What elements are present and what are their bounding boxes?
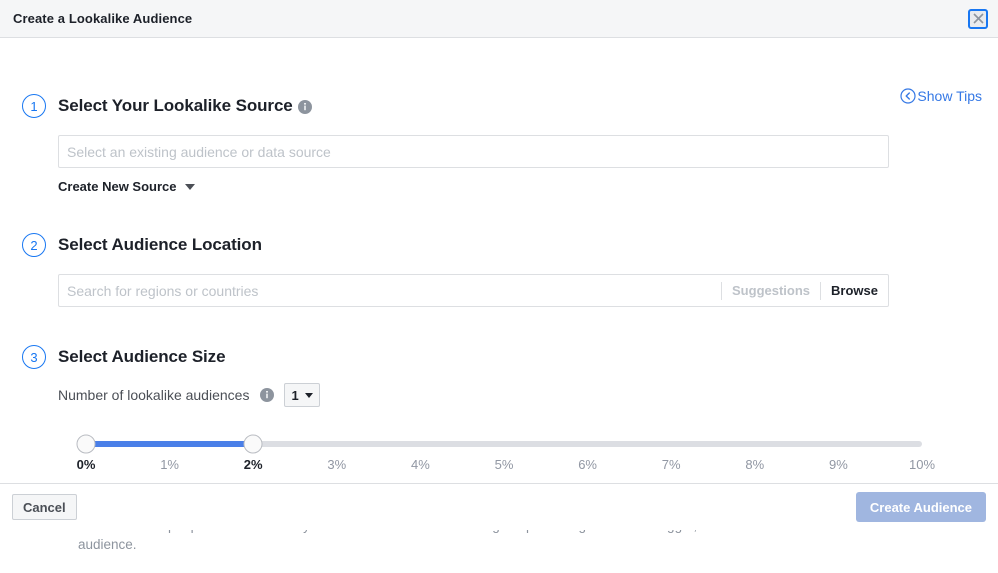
audience-size-slider[interactable]: 0% 1% 2% 3% 4% 5% 6% 7% 8% 9% 10% [22,434,998,475]
slider-track[interactable] [76,434,922,454]
section-2-title: Select Audience Location [58,235,262,254]
lookalike-count-label: Number of lookalike audiences [58,387,250,403]
slider-tick-9: 9% [828,457,848,472]
lookalike-count-value: 1 [291,387,299,403]
slider-fill [86,441,254,447]
caret-down-icon [304,392,313,398]
info-icon[interactable] [260,388,275,402]
slider-handle-start[interactable] [76,434,96,454]
lookalike-count-select[interactable]: 1 [284,383,321,407]
chevron-left-circle-icon [900,88,917,104]
location-search-row: Search for regions or countries Suggesti… [58,274,889,307]
dialog-body: Show Tips 1 Select Your Lookalike Source… [0,38,998,552]
section-3-header: 3 Select Audience Size [22,345,998,369]
lookalike-count-row: Number of lookalike audiences 1 [22,383,998,407]
slider-tick-6: 6% [578,457,597,472]
slider-tick-0: 0% [76,457,96,472]
info-icon[interactable] [297,99,312,114]
close-icon [972,13,984,24]
slider-tick-10: 10% [908,457,936,472]
slider-tick-2: 2% [243,457,263,472]
create-new-source-button[interactable]: Create New Source [58,179,195,194]
source-input[interactable]: Select an existing audience or data sour… [58,135,889,168]
section-3-title: Select Audience Size [58,347,226,366]
step-badge-1: 1 [22,94,46,118]
step-badge-2: 2 [22,233,46,257]
show-tips-label: Show Tips [917,88,982,104]
section-lookalike-source: 1 Select Your Lookalike Source Select an… [0,38,998,196]
close-button[interactable] [968,8,988,29]
location-field-wrap: Search for regions or countries Suggesti… [22,274,998,307]
slider-tick-labels: 0% 1% 2% 3% 4% 5% 6% 7% 8% 9% 10% [77,457,935,475]
section-1-title-text: Select Your Lookalike Source [58,96,293,115]
slider-tick-3: 3% [327,457,347,472]
section-2-header: 2 Select Audience Location [22,233,998,257]
step-badge-3: 3 [22,345,46,369]
slider-tick-8: 8% [745,457,765,472]
slider-handle-end[interactable] [243,434,263,454]
cancel-button[interactable]: Cancel [12,494,77,520]
dialog-title: Create a Lookalike Audience [13,11,193,26]
source-field-wrap: Select an existing audience or data sour… [22,135,998,196]
show-tips-button[interactable]: Show Tips [900,88,982,104]
dialog-footer: Cancel Create Audience [0,483,998,530]
source-input-placeholder: Select an existing audience or data sour… [67,143,331,160]
location-search-placeholder: Search for regions or countries [67,282,259,299]
create-new-source-label: Create New Source [58,179,177,194]
location-search-input[interactable]: Search for regions or countries [59,283,721,299]
dialog-titlebar: Create a Lookalike Audience [0,0,998,38]
section-1-title: Select Your Lookalike Source [58,96,312,116]
section-1-header: 1 Select Your Lookalike Source [22,94,998,118]
slider-tick-7: 7% [661,457,681,472]
slider-tick-5: 5% [494,457,514,472]
caret-down-icon [184,183,195,190]
create-audience-button[interactable]: Create Audience [855,492,986,522]
slider-tick-4: 4% [410,457,430,472]
suggestions-button[interactable]: Suggestions [721,281,820,300]
section-audience-location: 2 Select Audience Location Search for re… [0,196,998,307]
browse-button[interactable]: Browse [820,281,888,300]
slider-tick-1: 1% [160,457,179,472]
